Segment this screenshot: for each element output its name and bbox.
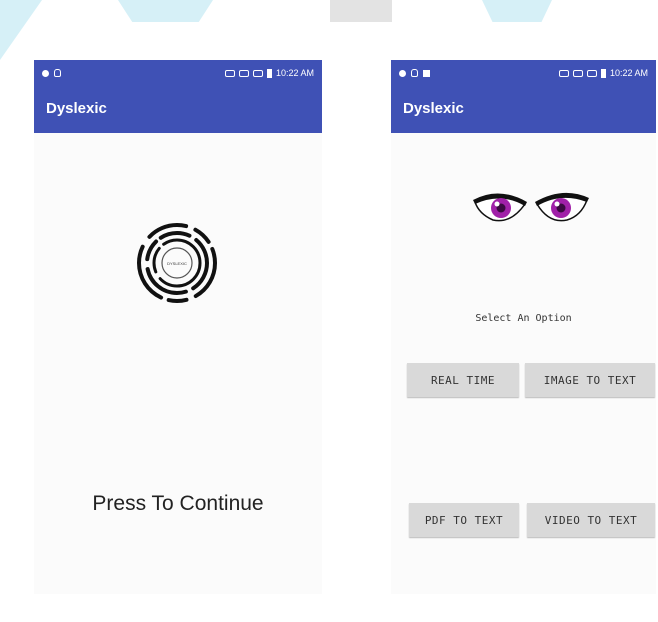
notification-icon [399, 69, 406, 77]
decor-shape [330, 0, 392, 22]
logo-icon: DYSLEXIC [137, 223, 217, 303]
alarm-icon [224, 69, 235, 77]
signal-icon [252, 69, 263, 77]
video-to-text-button[interactable]: VIDEO TO TEXT [527, 503, 655, 537]
logo-text: DYSLEXIC [167, 261, 187, 266]
image-to-text-button[interactable]: IMAGE TO TEXT [525, 363, 655, 397]
sync-icon [572, 69, 583, 77]
splash-screen: 10:22 AM Dyslexic DYSLEXIC Press To Cont… [34, 60, 322, 594]
app-title: Dyslexic [403, 100, 464, 117]
left-eye-icon [473, 193, 527, 222]
status-bar: 10:22 AM [34, 60, 322, 86]
notification-icon [42, 69, 49, 77]
battery-icon [600, 68, 606, 78]
image-icon [423, 69, 430, 77]
real-time-button[interactable]: REAL TIME [407, 363, 519, 397]
press-to-continue-button[interactable]: Press To Continue [34, 492, 322, 516]
signal-icon [586, 69, 597, 77]
right-eye-icon [535, 192, 589, 222]
decor-shape [118, 0, 213, 22]
app-bar: 10:22 AM Dyslexic [34, 60, 322, 133]
eyes-icon [473, 192, 589, 222]
status-time: 10:22 AM [275, 68, 314, 78]
app-bar: 10:22 AM Dyslexic [391, 60, 656, 133]
app-title: Dyslexic [46, 100, 107, 117]
decor-shape [482, 0, 552, 22]
battery-icon [266, 68, 272, 78]
alarm-icon [558, 69, 569, 77]
pdf-to-text-button[interactable]: PDF TO TEXT [409, 503, 519, 537]
decor-shape [0, 0, 42, 60]
status-bar: 10:22 AM [391, 60, 656, 86]
usb-icon [54, 69, 61, 77]
options-screen: 10:22 AM Dyslexic Select An Option REAL … [391, 60, 656, 594]
sync-icon [238, 69, 249, 77]
usb-icon [411, 69, 418, 77]
select-option-label: Select An Option [475, 313, 572, 324]
status-time: 10:22 AM [609, 68, 648, 78]
